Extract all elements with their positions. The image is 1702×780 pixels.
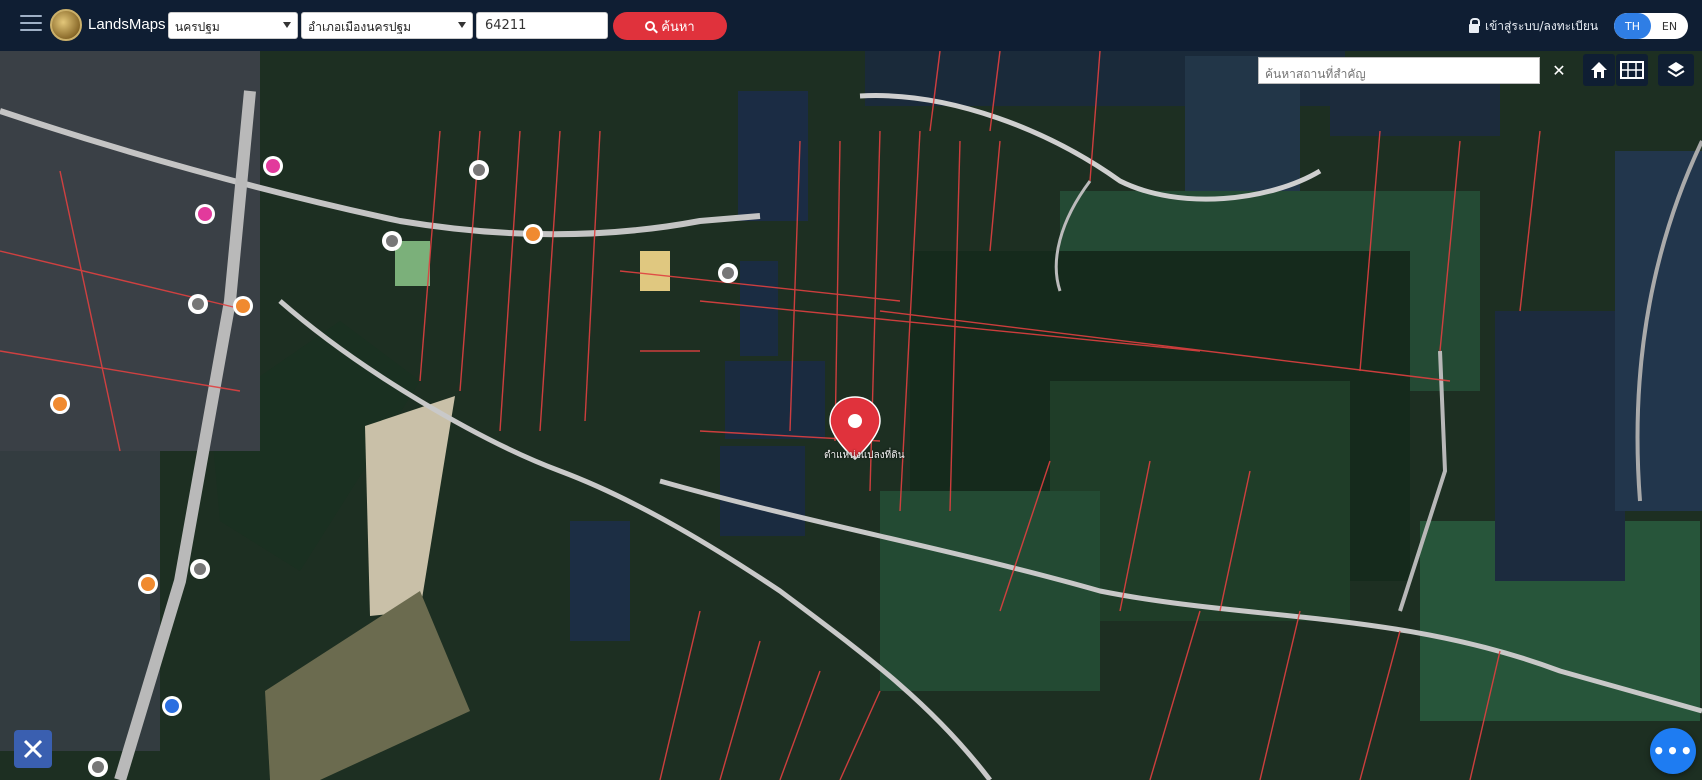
satellite-imagery: [0, 51, 1702, 780]
more-options-button[interactable]: •••: [1650, 728, 1696, 774]
grid-button[interactable]: [1616, 54, 1648, 86]
search-button[interactable]: ค้นหา: [613, 12, 727, 40]
lang-en-button[interactable]: EN: [1651, 13, 1688, 39]
lock-icon: [1469, 18, 1480, 33]
place-search-input[interactable]: [1258, 57, 1540, 84]
login-label: เข้าสู่ระบบ/ลงทะเบียน: [1485, 19, 1599, 33]
language-toggle[interactable]: TH EN: [1614, 13, 1688, 39]
clear-search-button[interactable]: ✕: [1546, 57, 1572, 84]
tools-button[interactable]: [14, 730, 52, 768]
chevron-down-icon: [458, 22, 466, 28]
parcel-number-input[interactable]: 64211: [476, 12, 608, 39]
logo: [50, 9, 82, 41]
district-value: อำเภอเมืองนครปฐม: [308, 20, 412, 34]
home-icon: [1591, 62, 1607, 78]
home-button[interactable]: [1583, 54, 1615, 86]
pin-label: ตำแหน่งแปลงที่ดิน: [824, 450, 905, 461]
province-value: นครปฐม: [175, 20, 220, 34]
district-select[interactable]: อำเภอเมืองนครปฐม: [301, 12, 473, 39]
brand-name: LandsMaps: [88, 16, 166, 33]
top-bar: LandsMaps นครปฐม อำเภอเมืองนครปฐม 64211 …: [0, 0, 1702, 51]
search-button-label: ค้นหา: [661, 19, 695, 35]
province-select[interactable]: นครปฐม: [168, 12, 298, 39]
login-link[interactable]: เข้าสู่ระบบ/ลงทะเบียน: [1469, 17, 1598, 36]
tools-icon: [23, 739, 43, 759]
map-canvas[interactable]: ตำแหน่งแปลงที่ดิน: [0, 51, 1702, 780]
search-icon: [645, 21, 656, 31]
menu-icon[interactable]: [20, 15, 42, 33]
lang-th-button[interactable]: TH: [1614, 13, 1651, 39]
grid-icon: [1620, 61, 1644, 79]
chevron-down-icon: [283, 22, 291, 28]
more-icon: •••: [1652, 739, 1694, 763]
layers-icon: [1667, 62, 1685, 78]
layers-button[interactable]: [1658, 54, 1694, 86]
